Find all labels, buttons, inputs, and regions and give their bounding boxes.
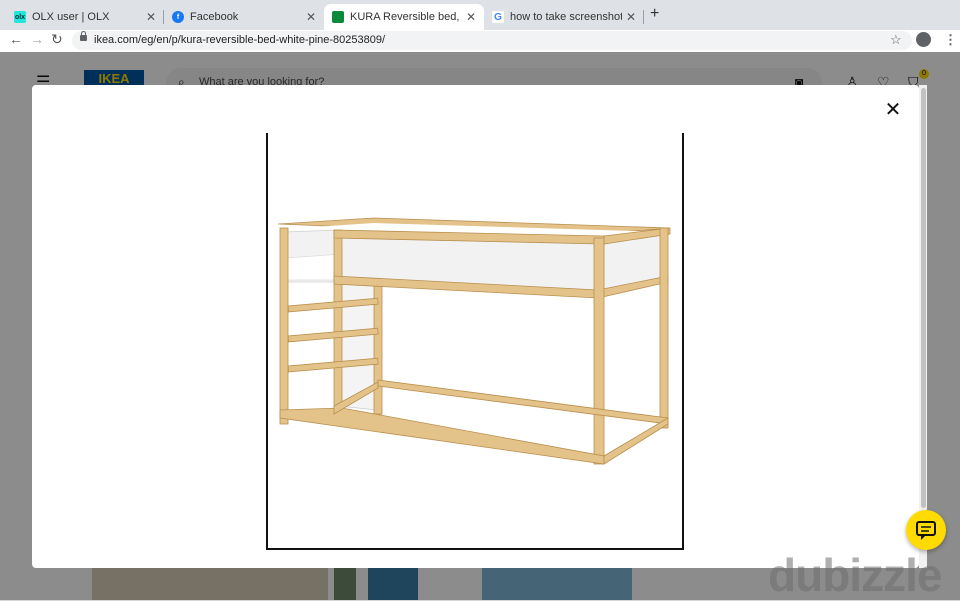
- lock-icon: [80, 31, 87, 41]
- ikea-flag-icon: [332, 11, 344, 23]
- close-icon[interactable]: ✕: [306, 10, 316, 24]
- facebook-icon: f: [172, 11, 184, 23]
- forward-arrow-icon[interactable]: →: [30, 31, 44, 47]
- kura-bed-image: [278, 217, 671, 465]
- scrollbar-thumb[interactable]: [921, 88, 926, 508]
- close-icon[interactable]: ✕: [626, 10, 636, 24]
- chat-bubble-icon: [916, 521, 936, 540]
- watermark: dubizzle: [768, 549, 942, 601]
- chat-button[interactable]: [906, 510, 946, 550]
- back-arrow-icon[interactable]: ←: [9, 31, 23, 47]
- close-icon[interactable]: ✕: [146, 10, 156, 24]
- tab-facebook[interactable]: f Facebook ✕: [164, 4, 324, 30]
- tab-ikea[interactable]: KURA Reversible bed, white/p ✕: [324, 4, 484, 30]
- profile-avatar-icon[interactable]: [916, 32, 931, 47]
- tab-title: OLX user | OLX: [32, 11, 110, 23]
- url-text: ikea.com/eg/en/p/kura-reversible-bed-whi…: [94, 34, 386, 46]
- bookmark-star-icon[interactable]: ☆: [890, 32, 902, 48]
- tab-title: Facebook: [190, 11, 239, 23]
- tab-title: how to take screenshot on lap: [510, 11, 622, 23]
- tab-google[interactable]: G how to take screenshot on lap ✕: [484, 4, 644, 30]
- google-icon: G: [492, 11, 504, 23]
- tab-olx[interactable]: olx OLX user | OLX ✕: [6, 4, 164, 30]
- olx-icon: olx: [14, 11, 26, 23]
- reload-icon[interactable]: ↻: [51, 31, 63, 48]
- close-icon[interactable]: ✕: [466, 10, 476, 24]
- address-bar[interactable]: ikea.com/eg/en/p/kura-reversible-bed-whi…: [72, 31, 912, 50]
- tab-title: KURA Reversible bed, white/p: [350, 11, 462, 23]
- modal-close-button[interactable]: ✕: [883, 100, 903, 120]
- new-tab-button[interactable]: +: [650, 5, 659, 23]
- menu-dots-icon[interactable]: ⋮: [944, 32, 957, 48]
